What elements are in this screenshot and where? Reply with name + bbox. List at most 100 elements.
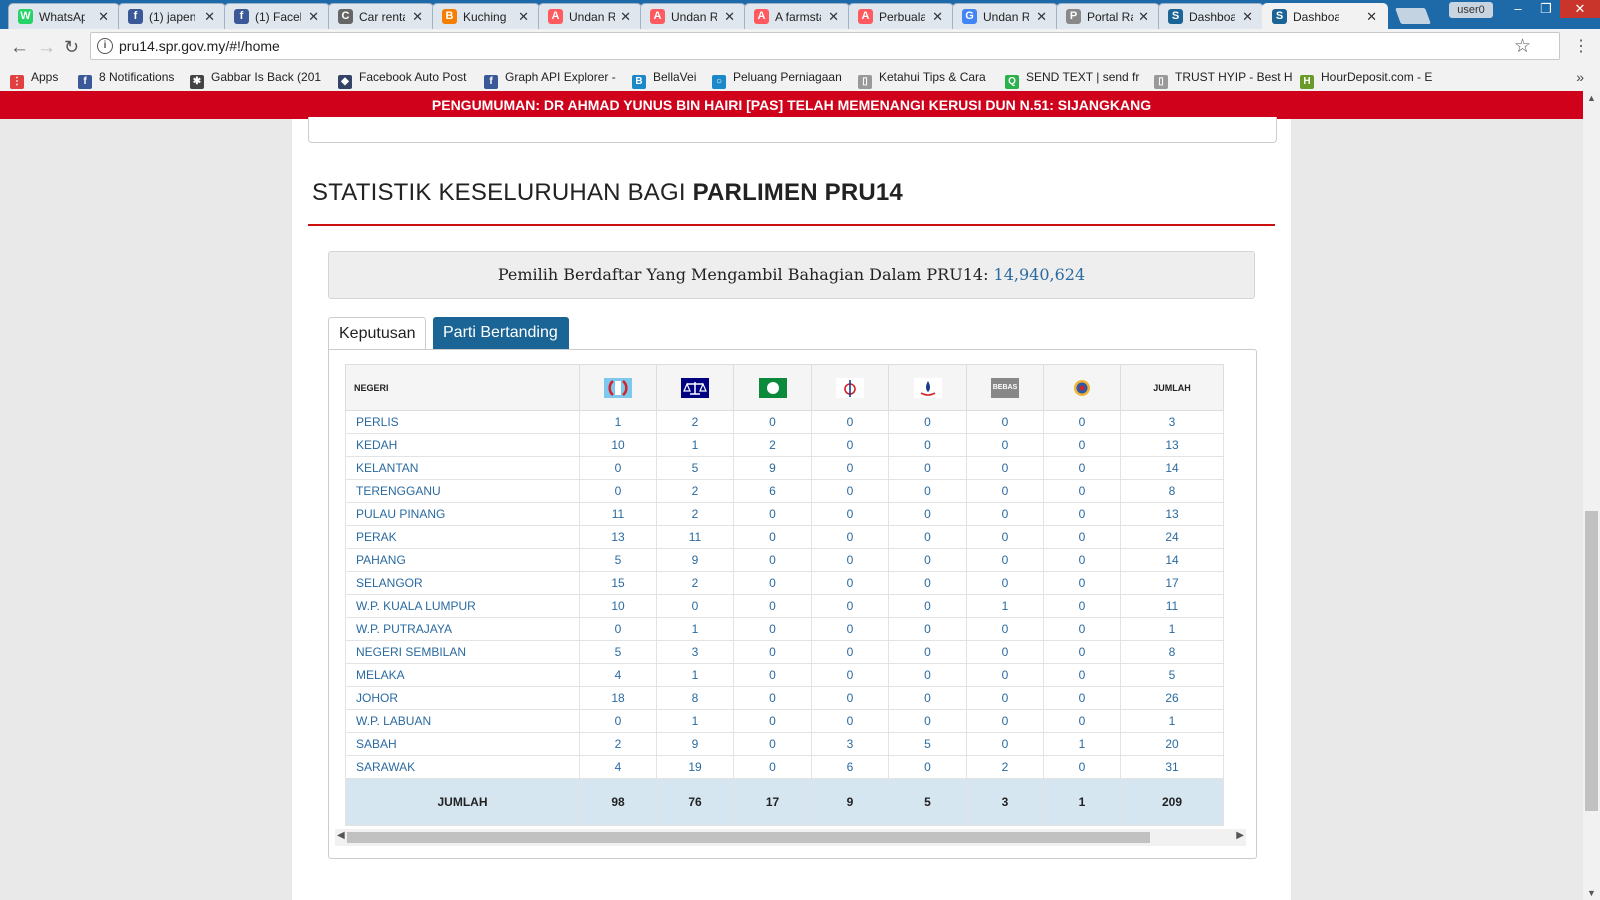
horizontal-scrollbar[interactable]: ◀ ▶ <box>335 829 1246 846</box>
seat-count-cell[interactable]: 0 <box>966 571 1044 595</box>
state-link[interactable]: W.P. PUTRAJAYA <box>345 617 580 641</box>
row-total-cell[interactable]: 13 <box>1120 502 1224 526</box>
seat-count-cell[interactable]: 1 <box>966 594 1044 618</box>
row-total-cell[interactable]: 13 <box>1120 433 1224 457</box>
bookmark-item[interactable]: ▯ TRUST HYIP - Best H <box>1154 70 1293 89</box>
seat-count-cell[interactable]: 0 <box>1043 456 1121 480</box>
seat-count-cell[interactable]: 0 <box>1043 525 1121 549</box>
close-tab-icon[interactable]: ✕ <box>98 9 109 25</box>
seat-count-cell[interactable]: 0 <box>811 548 889 572</box>
seat-count-cell[interactable]: 1 <box>656 709 734 733</box>
browser-tab[interactable]: C Car rental ✕ <box>328 3 434 29</box>
scroll-right-icon[interactable]: ▶ <box>1236 830 1244 841</box>
seat-count-cell[interactable]: 5 <box>888 732 967 756</box>
browser-tab[interactable]: G Undan R ✕ <box>952 3 1058 29</box>
seat-count-cell[interactable]: 0 <box>1043 663 1121 687</box>
seat-count-cell[interactable]: 9 <box>656 732 734 756</box>
seat-count-cell[interactable]: 0 <box>966 479 1044 503</box>
row-total-cell[interactable]: 8 <box>1120 479 1224 503</box>
row-total-cell[interactable]: 11 <box>1120 594 1224 618</box>
url-text[interactable]: pru14.spr.gov.my/#!/home <box>119 38 280 54</box>
row-total-cell[interactable]: 14 <box>1120 456 1224 480</box>
reload-icon[interactable]: ↻ <box>64 37 79 58</box>
seat-count-cell[interactable]: 0 <box>733 571 812 595</box>
seat-count-cell[interactable]: 0 <box>811 617 889 641</box>
seat-count-cell[interactable]: 0 <box>888 686 967 710</box>
browser-tab[interactable]: S Dashboard ✕ <box>1262 3 1388 29</box>
seat-count-cell[interactable]: 0 <box>1043 548 1121 572</box>
seat-count-cell[interactable]: 0 <box>888 456 967 480</box>
seat-count-cell[interactable]: 0 <box>966 410 1044 434</box>
seat-count-cell[interactable]: 0 <box>733 617 812 641</box>
seat-count-cell[interactable]: 0 <box>966 732 1044 756</box>
seat-count-cell[interactable]: 1 <box>579 410 657 434</box>
seat-count-cell[interactable]: 0 <box>811 410 889 434</box>
seat-count-cell[interactable]: 0 <box>733 410 812 434</box>
seat-count-cell[interactable]: 0 <box>579 479 657 503</box>
seat-count-cell[interactable]: 0 <box>1043 502 1121 526</box>
seat-count-cell[interactable]: 0 <box>811 502 889 526</box>
row-total-cell[interactable]: 26 <box>1120 686 1224 710</box>
close-tab-icon[interactable]: ✕ <box>620 9 631 25</box>
bookmark-item[interactable]: ○ Peluang Perniagaan <box>712 70 842 89</box>
seat-count-cell[interactable]: 0 <box>888 594 967 618</box>
close-tab-icon[interactable]: ✕ <box>308 9 319 25</box>
state-link[interactable]: SABAH <box>345 732 580 756</box>
state-link[interactable]: SELANGOR <box>345 571 580 595</box>
row-total-cell[interactable]: 14 <box>1120 548 1224 572</box>
scroll-down-icon[interactable]: ▼ <box>1587 888 1596 898</box>
seat-count-cell[interactable]: 4 <box>579 755 657 779</box>
state-link[interactable]: W.P. KUALA LUMPUR <box>345 594 580 618</box>
seat-count-cell[interactable]: 0 <box>733 548 812 572</box>
seat-count-cell[interactable]: 0 <box>733 502 812 526</box>
forward-arrow-icon[interactable]: → <box>37 37 56 59</box>
seat-count-cell[interactable]: 0 <box>966 663 1044 687</box>
close-tab-icon[interactable]: ✕ <box>724 9 735 25</box>
browser-tab[interactable]: A Undan R ✕ <box>538 3 642 29</box>
row-total-cell[interactable]: 20 <box>1120 732 1224 756</box>
seat-count-cell[interactable]: 0 <box>656 594 734 618</box>
close-tab-icon[interactable]: ✕ <box>932 9 943 25</box>
browser-tab[interactable]: A A farmstay ✕ <box>744 3 850 29</box>
seat-count-cell[interactable]: 1 <box>656 663 734 687</box>
close-window-icon[interactable]: ✕ <box>1560 0 1600 18</box>
state-link[interactable]: MELAKA <box>345 663 580 687</box>
bookmark-item[interactable]: B BellaVei <box>632 70 696 89</box>
seat-count-cell[interactable]: 0 <box>811 456 889 480</box>
seat-count-cell[interactable]: 2 <box>733 433 812 457</box>
tab-keputusan[interactable]: Keputusan <box>328 317 426 349</box>
profile-button[interactable]: user0 <box>1449 2 1493 18</box>
seat-count-cell[interactable]: 0 <box>888 571 967 595</box>
seat-count-cell[interactable]: 0 <box>1043 755 1121 779</box>
state-link[interactable]: PULAU PINANG <box>345 502 580 526</box>
seat-count-cell[interactable]: 0 <box>811 663 889 687</box>
seat-count-cell[interactable]: 0 <box>811 686 889 710</box>
seat-count-cell[interactable]: 5 <box>579 548 657 572</box>
state-link[interactable]: KELANTAN <box>345 456 580 480</box>
seat-count-cell[interactable]: 6 <box>733 479 812 503</box>
seat-count-cell[interactable]: 0 <box>888 663 967 687</box>
seat-count-cell[interactable]: 0 <box>888 479 967 503</box>
browser-tab[interactable]: W WhatsApp ✕ <box>8 3 120 29</box>
seat-count-cell[interactable]: 8 <box>656 686 734 710</box>
browser-tab[interactable]: A Undan R ✕ <box>640 3 746 29</box>
header-dap[interactable] <box>811 364 889 411</box>
seat-count-cell[interactable]: 0 <box>888 617 967 641</box>
scroll-up-icon[interactable]: ▲ <box>1587 93 1596 103</box>
seat-count-cell[interactable]: 0 <box>579 709 657 733</box>
header-pas[interactable] <box>733 364 812 411</box>
browser-tab[interactable]: f (1) japen ✕ <box>118 3 226 29</box>
state-link[interactable]: PERLIS <box>345 410 580 434</box>
scroll-left-icon[interactable]: ◀ <box>337 830 345 841</box>
new-tab-button[interactable] <box>1395 8 1431 24</box>
seat-count-cell[interactable]: 0 <box>888 410 967 434</box>
back-arrow-icon[interactable]: ← <box>10 37 29 59</box>
seat-count-cell[interactable]: 0 <box>966 686 1044 710</box>
seat-count-cell[interactable]: 0 <box>1043 410 1121 434</box>
seat-count-cell[interactable]: 0 <box>811 525 889 549</box>
seat-count-cell[interactable]: 0 <box>811 433 889 457</box>
state-link[interactable]: PAHANG <box>345 548 580 572</box>
seat-count-cell[interactable]: 13 <box>579 525 657 549</box>
seat-count-cell[interactable]: 0 <box>966 640 1044 664</box>
header-bebas[interactable]: BEBAS <box>966 364 1044 411</box>
